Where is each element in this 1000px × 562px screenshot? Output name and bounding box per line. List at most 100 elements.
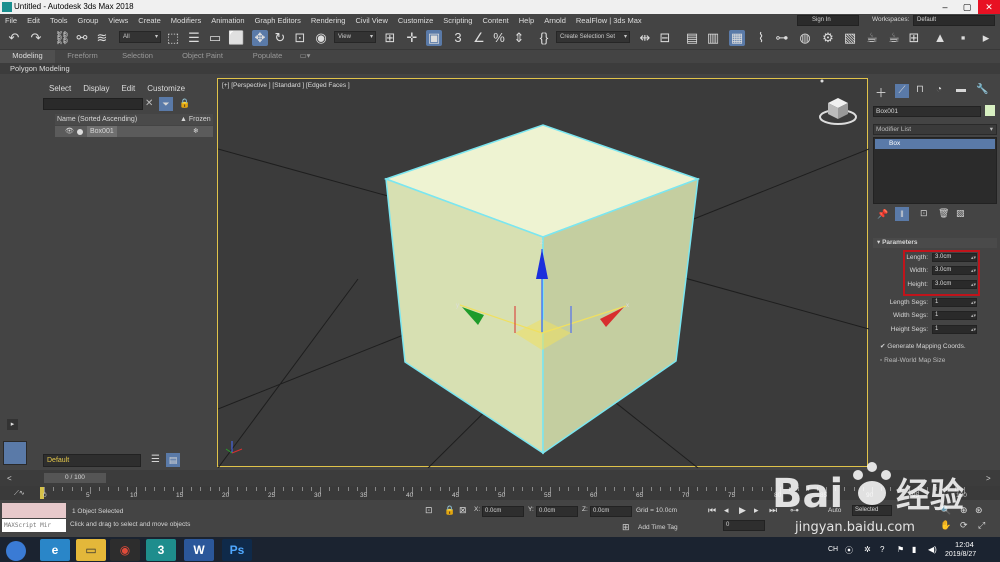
taskbar-3dsmax-icon[interactable]: 3: [146, 539, 176, 561]
tray-ime-icon[interactable]: ⦿: [845, 545, 853, 556]
viewcube[interactable]: [819, 79, 857, 125]
taskbar-word-icon[interactable]: W: [184, 539, 214, 561]
current-frame-field[interactable]: 0: [723, 520, 765, 531]
tray-settings-icon[interactable]: ✲: [864, 545, 871, 554]
menu-group[interactable]: Group: [73, 16, 104, 25]
menu-scripting[interactable]: Scripting: [438, 16, 477, 25]
select-scale-icon[interactable]: ⊡: [292, 30, 308, 46]
menu-views[interactable]: Views: [103, 16, 133, 25]
toggle-scene-explorer-icon[interactable]: ▤: [684, 30, 700, 46]
ribbon-tab-object-paint[interactable]: Object Paint: [165, 50, 240, 63]
real-world-checkbox[interactable]: ▫ Real-World Map Size: [880, 356, 945, 366]
zoom-extents-all-icon[interactable]: ⊛: [975, 505, 983, 516]
display-tab-icon[interactable]: ▬: [956, 84, 966, 95]
stack-item[interactable]: Box: [875, 139, 995, 149]
ribbon-tab-modeling[interactable]: Modeling: [0, 50, 55, 63]
make-unique-icon[interactable]: ⊡: [920, 208, 928, 219]
selection-region-icon[interactable]: ▭: [207, 30, 223, 46]
select-manipulate-icon[interactable]: ✛: [404, 30, 420, 46]
menu-modifiers[interactable]: Modifiers: [166, 16, 206, 25]
spinner-snap-icon[interactable]: ⇕: [511, 30, 527, 46]
rendered-frame-window-icon[interactable]: ▧: [842, 30, 858, 46]
show-end-result-icon[interactable]: ‖: [895, 207, 909, 221]
redo-icon[interactable]: ↷: [28, 30, 44, 46]
ribbon-tab-populate[interactable]: Populate: [240, 50, 295, 63]
minimize-icon[interactable]: –: [934, 0, 956, 14]
menu-content[interactable]: Content: [477, 16, 513, 25]
select-move-icon[interactable]: ✥: [252, 30, 268, 46]
layer-dropdown[interactable]: Default: [43, 454, 141, 467]
undo-icon[interactable]: ↶: [6, 30, 22, 46]
zoom-icon[interactable]: 🔍: [940, 505, 951, 516]
taskbar-photoshop-icon[interactable]: Ps: [222, 539, 252, 561]
tray-volume-icon[interactable]: ◀): [928, 545, 937, 554]
tray-network-icon[interactable]: ▮: [912, 545, 916, 554]
col-name-header[interactable]: Name (Sorted Ascending): [57, 114, 137, 125]
link-icon[interactable]: ⛓: [54, 30, 71, 46]
x-coord-field[interactable]: 0.0cm: [482, 506, 524, 517]
auto-key-icon[interactable]: ⊶: [790, 505, 799, 516]
menu-civil-view[interactable]: Civil View: [350, 16, 392, 25]
angle-snap-icon[interactable]: ∠: [471, 30, 487, 46]
ribbon-tab-selection[interactable]: Selection: [110, 50, 165, 63]
render-setup-icon[interactable]: ⚙: [820, 30, 836, 46]
render-in-cloud-icon[interactable]: ⊞: [906, 30, 922, 46]
viewport-layout-icon[interactable]: [3, 441, 27, 465]
realflow-icon[interactable]: ▪: [955, 30, 971, 46]
ribbon-options-icon[interactable]: ▭▾: [295, 50, 315, 63]
tray-help-icon[interactable]: ?: [880, 545, 884, 554]
filter-toggle-icon[interactable]: ⏷: [159, 97, 173, 111]
render-iterative-icon[interactable]: ☕: [886, 30, 902, 46]
ribbon-sub-label[interactable]: Polygon Modeling: [10, 64, 70, 73]
taskbar-explorer-icon[interactable]: ▭: [76, 539, 106, 561]
time-slider-bar[interactable]: [0, 470, 1000, 486]
play-icon[interactable]: ▶: [739, 505, 746, 516]
clock-time[interactable]: 12:04: [955, 540, 974, 549]
remove-modifier-icon[interactable]: 🗑: [938, 208, 949, 219]
hierarchy-tab-icon[interactable]: ⊓: [916, 84, 924, 95]
layer-explorer-icon[interactable]: ▤: [166, 453, 180, 467]
curve-editor-icon[interactable]: ⌇: [753, 30, 769, 46]
go-to-end-icon[interactable]: ⏭: [769, 505, 777, 516]
maximize-viewport-icon[interactable]: ⤢: [978, 520, 985, 531]
menu-create[interactable]: Create: [133, 16, 166, 25]
create-tab-icon[interactable]: ＋: [875, 84, 887, 101]
col-frozen-header[interactable]: ▲ Frozen: [180, 114, 211, 125]
windows-start-icon[interactable]: [6, 541, 26, 561]
sign-in-button[interactable]: Sign In: [797, 15, 859, 26]
perspective-viewport[interactable]: [+] [Perspective ] [Standard ] [Edged Fa…: [217, 78, 869, 468]
lock-icon[interactable]: 🔒: [179, 98, 190, 109]
explorer-row[interactable]: 👁 Box001 ❄: [55, 126, 213, 137]
clear-search-icon[interactable]: ✕: [145, 98, 153, 109]
toggle-layer-explorer-icon[interactable]: ▥: [705, 30, 721, 46]
pin-stack-icon[interactable]: 📌: [877, 209, 888, 220]
auto-key-button[interactable]: Auto: [828, 507, 841, 514]
time-tag-icon[interactable]: ⊞: [622, 522, 630, 533]
selection-key-filter[interactable]: Selected: [852, 505, 892, 516]
object-color-swatch[interactable]: [985, 105, 995, 116]
row-name[interactable]: Box001: [87, 126, 117, 137]
edit-named-selection-icon[interactable]: {}: [536, 30, 552, 46]
arnold-icon[interactable]: ▲: [932, 30, 948, 46]
keyboard-shortcut-override-icon[interactable]: ▣: [426, 30, 442, 46]
selection-lock-icon[interactable]: 🔒: [444, 505, 455, 516]
percent-snap-icon[interactable]: %: [491, 30, 507, 46]
menu-realflow[interactable]: RealFlow | 3ds Max: [571, 16, 647, 25]
taskbar-ie-icon[interactable]: e: [40, 539, 70, 561]
mirror-icon[interactable]: ⇹: [637, 30, 653, 46]
add-time-tag-button[interactable]: Add Time Tag: [638, 524, 678, 531]
menu-file[interactable]: File: [0, 16, 22, 25]
explorer-menu-display[interactable]: Display: [83, 84, 109, 93]
maxscript-listener-input[interactable]: [2, 503, 66, 518]
snowflake-icon[interactable]: ❄: [193, 126, 199, 137]
pivot-center-icon[interactable]: ⊞: [382, 30, 398, 46]
zoom-extents-icon[interactable]: ⊕: [960, 505, 968, 516]
menu-rendering[interactable]: Rendering: [306, 16, 351, 25]
place-icon[interactable]: ◉: [313, 30, 329, 46]
maxscript-mini-listener[interactable]: MAXScript Mir: [2, 519, 66, 532]
explorer-search-input[interactable]: [43, 98, 143, 110]
utilities-tab-icon[interactable]: 🔧: [976, 84, 988, 95]
ref-coord-dropdown[interactable]: View: [334, 31, 376, 43]
absolute-mode-icon[interactable]: ⊠: [459, 505, 467, 516]
close-icon[interactable]: ✕: [978, 0, 1000, 14]
